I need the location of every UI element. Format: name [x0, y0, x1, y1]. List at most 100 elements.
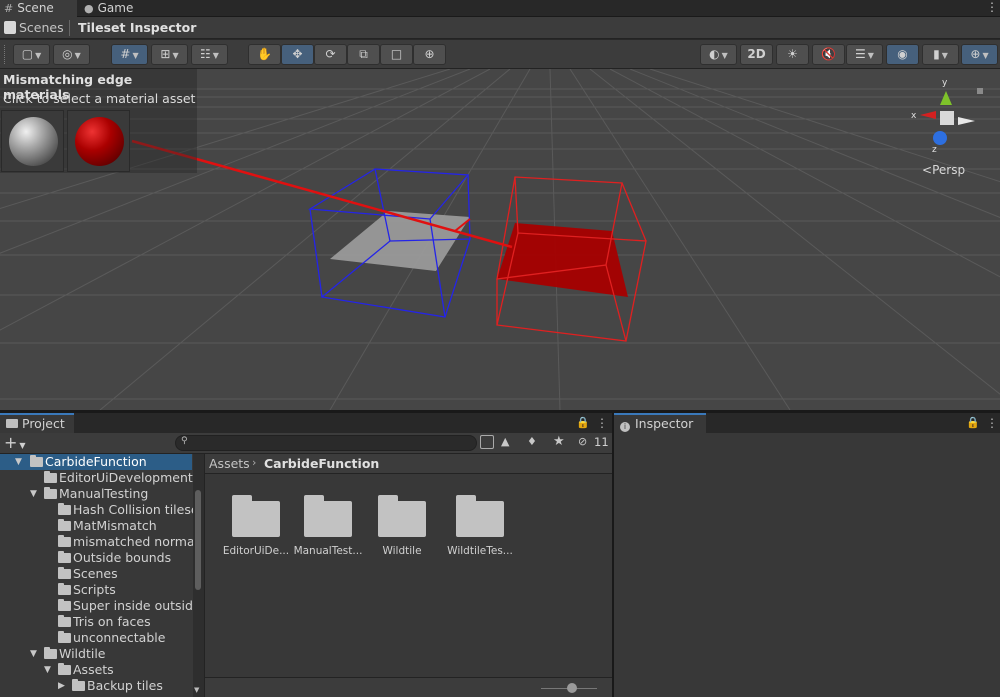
folder-icon: [232, 495, 280, 537]
tree-item-manualtesting[interactable]: ▼ ManualTesting: [0, 486, 192, 502]
hidden-packages-icon[interactable]: ⊘: [578, 435, 587, 448]
kebab-menu-icon[interactable]: ⋮: [596, 416, 608, 430]
lighting-toggle[interactable]: ☀: [776, 44, 809, 65]
ruler-icon: ☷: [200, 47, 211, 61]
hand-tool-button[interactable]: ✋: [248, 44, 281, 65]
tree-scrollbar-thumb[interactable]: [195, 490, 201, 590]
sphere-icon: ◐: [709, 47, 720, 61]
chevron-right-icon: ›: [252, 456, 257, 469]
search-by-type-icon[interactable]: [480, 435, 494, 449]
asset-grid: EditorUiDe... ManualTest... Wildtile Wil…: [205, 475, 612, 677]
projection-toggle[interactable]: <Persp: [922, 163, 965, 177]
tree-item-backup-tiles[interactable]: ▶ Backup tiles: [0, 678, 192, 694]
tree-item-wildtile[interactable]: ▼ Wildtile: [0, 646, 192, 662]
tree-item-super-inside-outside[interactable]: Super inside outside: [0, 598, 201, 614]
expand-arrow-icon[interactable]: ▼: [30, 646, 37, 662]
tree-item-scenes[interactable]: Scenes: [0, 566, 192, 582]
expand-arrow-icon[interactable]: ▼: [15, 454, 22, 470]
unity-scene-icon: [4, 21, 16, 34]
path-current[interactable]: CarbideFunction: [264, 456, 379, 471]
grid-snap-icon: #: [120, 47, 131, 61]
audio-toggle[interactable]: 🔇: [812, 44, 845, 65]
toolbar-grip: [4, 45, 6, 64]
asset-grid-footer: [205, 677, 612, 697]
gizmos-dropdown[interactable]: ⊕ ▼: [961, 44, 998, 65]
tree-item-unconnectable[interactable]: unconnectable: [0, 630, 192, 646]
chevron-left-icon: <: [922, 163, 933, 177]
transform-tool-button[interactable]: ⊕: [413, 44, 446, 65]
asset-folder-wildtiletests[interactable]: WildtileTes...: [441, 495, 519, 557]
asset-folder-wildtile[interactable]: Wildtile: [363, 495, 441, 557]
more-menu-icon[interactable]: ⋮: [986, 0, 998, 17]
gizmo-icon: ⊕: [970, 47, 981, 61]
expand-arrow-icon[interactable]: ▼: [44, 662, 51, 678]
tree-item-outside-bounds[interactable]: Outside bounds: [0, 550, 192, 566]
lock-icon[interactable]: 🔒: [966, 416, 980, 429]
tab-scene[interactable]: # Scene: [0, 0, 77, 17]
unity-editor-window: # Scene ● Game ⋮ Scenes Tileset Inspector …: [0, 0, 1000, 697]
tab-inspector[interactable]: i Inspector: [614, 413, 706, 434]
filter-by-label-icon[interactable]: ♦: [527, 435, 537, 448]
folder-icon: [58, 615, 71, 627]
move-tool-button[interactable]: ✥: [281, 44, 314, 65]
hidden-count: 11: [594, 435, 609, 449]
expand-arrow-icon[interactable]: ▼: [30, 486, 37, 502]
filter-by-type-icon[interactable]: ▲: [501, 435, 509, 448]
folder-open-icon: [44, 647, 57, 659]
project-panel: Project 🔒 ⋮ + ▼ ⚲ ▲ ♦ ★ ⊘ 11 ▼ CarbideFun…: [0, 413, 612, 697]
tree-item-carbidefunction[interactable]: ▼ CarbideFunction: [0, 454, 192, 470]
red-material-sphere: [75, 117, 124, 166]
breadcrumb-current[interactable]: Tileset Inspector: [78, 20, 196, 35]
global-local-dropdown[interactable]: ◎ ▼: [53, 44, 90, 65]
folder-icon: [58, 567, 71, 579]
draw-mode-dropdown[interactable]: ▢ ▼: [13, 44, 50, 65]
scene-viewport[interactable]: y x z <Persp Mismatching edge materials …: [0, 69, 1000, 410]
folder-icon: [6, 419, 18, 428]
tree-item-editoruidevelopment[interactable]: EditorUiDevelopment: [0, 470, 193, 486]
tree-item-hash-collision[interactable]: Hash Collision tileset: [0, 502, 203, 518]
tree-item-assets[interactable]: ▼ Assets: [0, 662, 192, 678]
scale-tool-button[interactable]: ⧉: [347, 44, 380, 65]
tab-game[interactable]: ● Game: [80, 0, 140, 17]
folder-icon: [304, 495, 352, 537]
folder-open-icon: [58, 663, 71, 675]
rect-tool-button[interactable]: □: [380, 44, 413, 65]
grid-snap-dropdown[interactable]: # ▼: [111, 44, 148, 65]
toggle-2d-button[interactable]: 2D: [740, 44, 773, 65]
increment-snap-dropdown[interactable]: ⊞ ▼: [151, 44, 188, 65]
visibility-toggle[interactable]: ◉: [886, 44, 919, 65]
icon-size-slider-thumb[interactable]: [567, 683, 577, 693]
rotate-tool-button[interactable]: ⟳: [314, 44, 347, 65]
tab-project[interactable]: Project: [0, 413, 74, 434]
rotate-icon: ⟳: [325, 47, 336, 61]
favorites-star-icon[interactable]: ★: [553, 434, 565, 449]
asset-folder-editoruidevelopment[interactable]: EditorUiDe...: [217, 495, 295, 557]
search-icon: ⚲: [181, 436, 188, 446]
material-slot-red[interactable]: [67, 110, 130, 172]
add-asset-button[interactable]: + ▼: [4, 433, 26, 456]
path-root[interactable]: Assets: [209, 456, 250, 471]
scroll-down-icon[interactable]: ▼: [194, 686, 199, 694]
tree-item-scripts[interactable]: Scripts: [0, 582, 192, 598]
folder-icon: [378, 495, 426, 537]
scale-icon: ⧉: [359, 47, 368, 61]
tree-scrollbar[interactable]: ▼: [193, 454, 204, 697]
edge-material-overlay: Mismatching edge materials Click to sele…: [0, 69, 197, 173]
collapse-arrow-icon[interactable]: ▶: [58, 678, 65, 694]
search-input[interactable]: ⚲: [175, 435, 477, 451]
snap-icon: ⊞: [160, 47, 171, 61]
shading-mode-dropdown[interactable]: ◐ ▼: [700, 44, 737, 65]
camera-dropdown[interactable]: ▮ ▼: [922, 44, 959, 65]
gamepad-icon: ●: [84, 2, 94, 15]
ruler-dropdown[interactable]: ☷ ▼: [191, 44, 228, 65]
tree-item-tris-on-faces[interactable]: Tris on faces: [0, 614, 192, 630]
asset-folder-manualtesting[interactable]: ManualTest...: [289, 495, 367, 557]
effects-dropdown[interactable]: ☰ ▼: [846, 44, 883, 65]
breadcrumb-root[interactable]: Scenes: [19, 20, 64, 35]
tree-item-mismatched-normals[interactable]: mismatched normals: [0, 534, 204, 550]
kebab-menu-icon[interactable]: ⋮: [986, 416, 998, 430]
lock-icon[interactable]: 🔒: [576, 416, 590, 429]
shaded-icon: ▢: [21, 47, 34, 61]
material-slot-gray[interactable]: [1, 110, 64, 172]
tree-item-matmismatch[interactable]: MatMismatch: [0, 518, 192, 534]
